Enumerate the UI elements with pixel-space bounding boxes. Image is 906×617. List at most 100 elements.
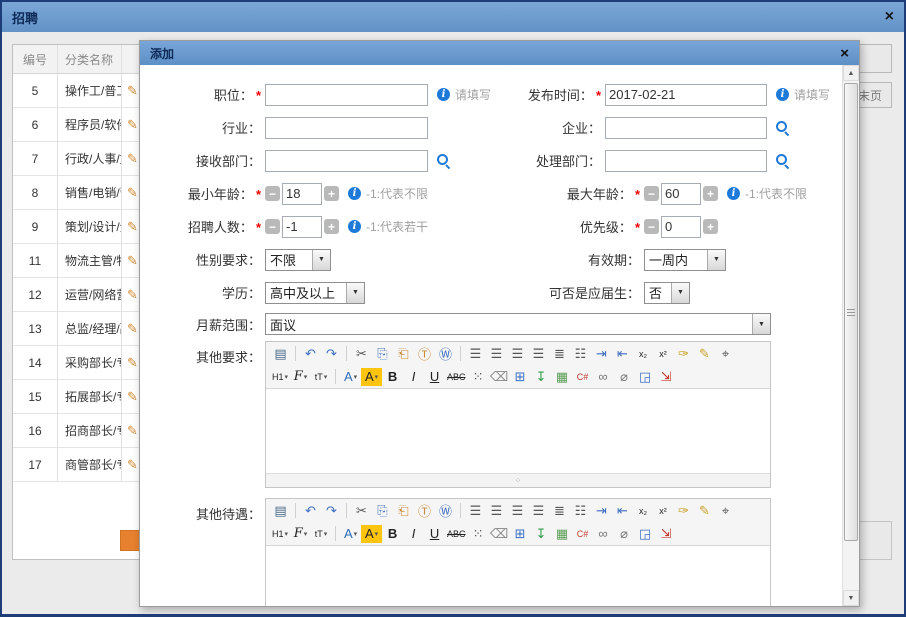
heading-icon[interactable]: H1▾ [270,525,290,543]
edit-icon[interactable]: ✎ [127,253,138,269]
paste-icon[interactable]: ⎗ [393,345,414,363]
indent-icon[interactable]: ⇥ [591,502,612,520]
quick-format-icon[interactable]: ✎ [694,345,715,363]
edit-icon[interactable]: ✎ [127,287,138,303]
copy-icon[interactable]: ⎘ [372,502,393,520]
cut-icon[interactable]: ✂ [351,345,372,363]
drag-handle-icon[interactable]: ⁘ [515,477,522,485]
copy-icon[interactable]: ⎘ [372,345,393,363]
window-close-icon[interactable]: × [885,9,894,25]
table-icon[interactable]: ⊞ [510,525,531,543]
enterprise-input[interactable] [605,117,767,139]
bold-icon[interactable]: B [382,368,403,386]
font-size-icon[interactable]: tT▾ [311,368,331,386]
search-icon[interactable] [776,121,790,135]
outdent-icon[interactable]: ⇤ [612,345,633,363]
align-left-icon[interactable]: ☰ [465,502,486,520]
symbol-grid-icon[interactable]: ⁙ [468,525,489,543]
unordered-list-icon[interactable]: ☷ [570,502,591,520]
format-brush-icon[interactable]: ✑ [673,345,694,363]
underline-icon[interactable]: U [424,525,445,543]
receive-dept-input[interactable] [265,150,428,172]
edit-icon[interactable]: ✎ [127,355,138,371]
image-icon[interactable]: ▦ [552,525,573,543]
max-age-input[interactable] [661,183,701,205]
min-age-input[interactable] [282,183,322,205]
code-icon[interactable]: C# [573,525,593,543]
undo-icon[interactable]: ↶ [300,502,321,520]
format-brush-icon[interactable]: ✑ [673,502,694,520]
text-color-icon[interactable]: A▾ [340,525,361,543]
publish-time-input[interactable] [605,84,767,106]
plus-button[interactable]: + [703,219,718,234]
highlight-color-icon[interactable]: A▾ [361,525,382,543]
font-family-icon[interactable]: F▾ [290,368,311,386]
unordered-list-icon[interactable]: ☷ [570,345,591,363]
minus-button[interactable]: − [644,219,659,234]
handle-dept-input[interactable] [605,150,767,172]
horizontal-rule-icon[interactable]: ↧ [531,368,552,386]
edit-icon[interactable]: ✎ [127,219,138,235]
fullscreen-icon[interactable]: ⇲ [656,368,677,386]
scroll-up-icon[interactable]: ▲ [843,65,859,81]
plus-button[interactable]: + [703,186,718,201]
eraser-icon[interactable]: ⌫ [489,525,510,543]
search-icon[interactable] [437,154,451,168]
redo-icon[interactable]: ↷ [321,345,342,363]
unlink-icon[interactable]: ⌀ [614,525,635,543]
text-color-icon[interactable]: A▾ [340,368,361,386]
align-justify-icon[interactable]: ☰ [528,345,549,363]
highlight-color-icon[interactable]: A▾ [361,368,382,386]
gender-select[interactable]: 不限 ▼ [265,249,331,271]
italic-icon[interactable]: I [403,368,424,386]
superscript-icon[interactable]: x² [653,345,673,363]
edit-icon[interactable]: ✎ [127,151,138,167]
edit-icon[interactable]: ✎ [127,457,138,473]
minus-button[interactable]: − [644,186,659,201]
edit-icon[interactable]: ✎ [127,185,138,201]
table-icon[interactable]: ⊞ [510,368,531,386]
redo-icon[interactable]: ↷ [321,502,342,520]
align-center-icon[interactable]: ☰ [486,345,507,363]
indent-icon[interactable]: ⇥ [591,345,612,363]
align-right-icon[interactable]: ☰ [507,502,528,520]
font-family-icon[interactable]: F▾ [290,525,311,543]
paste-text-icon[interactable]: Ⓣ [414,502,435,520]
font-size-icon[interactable]: tT▾ [311,525,331,543]
minus-button[interactable]: − [265,219,280,234]
recruit-count-input[interactable] [282,216,322,238]
dialog-close-icon[interactable]: × [840,46,849,61]
link-icon[interactable]: ∞ [593,368,614,386]
underline-icon[interactable]: U [424,368,445,386]
quick-format-icon[interactable]: ✎ [694,502,715,520]
edit-icon[interactable]: ✎ [127,117,138,133]
education-select[interactable]: 高中及以上 ▼ [265,282,365,304]
select-all-icon[interactable]: ⌖ [715,502,736,520]
source-icon[interactable]: ▤ [270,502,291,520]
edit-icon[interactable]: ✎ [127,83,138,99]
scrollbar-thumb[interactable] [844,83,858,541]
link-icon[interactable]: ∞ [593,525,614,543]
image-icon[interactable]: ▦ [552,368,573,386]
subscript-icon[interactable]: x₂ [633,502,653,520]
edit-icon[interactable]: ✎ [127,389,138,405]
fresh-graduate-select[interactable]: 否 ▼ [644,282,690,304]
editor-resize-bar[interactable]: ⁘ [266,473,770,487]
subscript-icon[interactable]: x₂ [633,345,653,363]
eraser-icon[interactable]: ⌫ [489,368,510,386]
paste-text-icon[interactable]: Ⓣ [414,345,435,363]
paste-word-icon[interactable]: Ⓦ [435,345,456,363]
horizontal-rule-icon[interactable]: ↧ [531,525,552,543]
align-center-icon[interactable]: ☰ [486,502,507,520]
other-requirements-editor-area[interactable] [266,388,770,473]
superscript-icon[interactable]: x² [653,502,673,520]
undo-icon[interactable]: ↶ [300,345,321,363]
italic-icon[interactable]: I [403,525,424,543]
industry-input[interactable] [265,117,428,139]
source-icon[interactable]: ▤ [270,345,291,363]
salary-range-select[interactable]: 面议 ▼ [265,313,771,335]
plus-button[interactable]: + [324,219,339,234]
strikethrough-icon[interactable]: ABC [445,368,468,386]
cut-icon[interactable]: ✂ [351,502,372,520]
other-benefits-editor-area[interactable] [266,545,770,606]
